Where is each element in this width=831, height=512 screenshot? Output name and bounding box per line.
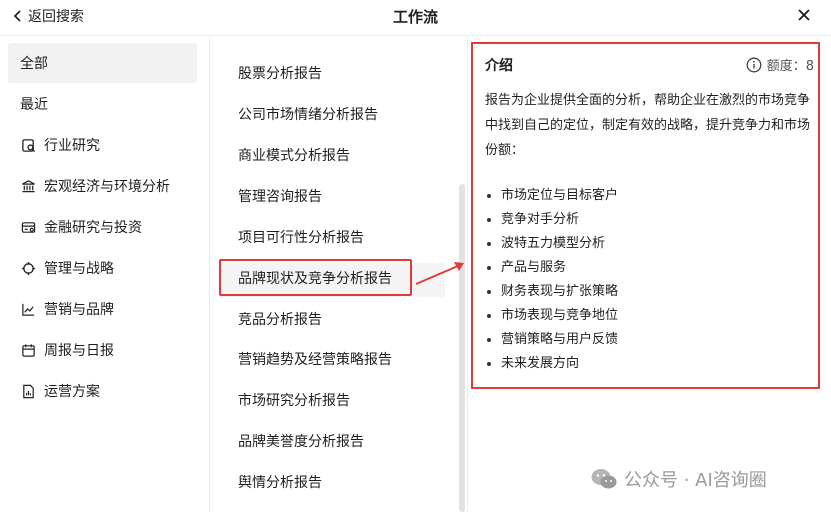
sidebar-item-industry-research[interactable]: 行业研究: [8, 125, 197, 165]
watermark-text: 公众号 · AI咨询圈: [624, 470, 767, 491]
info-icon[interactable]: [746, 57, 762, 73]
list-item[interactable]: 公司市场情绪分析报告: [238, 104, 378, 124]
sidebar-item-operations[interactable]: 运营方案: [8, 371, 197, 411]
sidebar-item-finance[interactable]: 金融研究与投资: [8, 207, 197, 247]
page-title: 工作流: [392, 8, 438, 26]
search-doc-icon: [20, 137, 36, 153]
list-item[interactable]: 竞品分析报告: [238, 309, 322, 329]
watermark: 公众号 · AI咨询圈: [590, 466, 767, 492]
list-item[interactable]: 品牌美誉度分析报告: [238, 431, 364, 451]
sidebar-item-label: 营销与品牌: [44, 302, 114, 318]
intro-panel: 介绍 额度：8 报告为企业提供全面的分析，帮助企业在激烈的市场竞争中找到自己的定…: [471, 42, 820, 389]
list-item[interactable]: 项目可行性分析报告: [238, 227, 364, 247]
sidebar-item-marketing[interactable]: 营销与品牌: [8, 289, 197, 329]
list-item: 产品与服务: [487, 256, 618, 280]
annotation-arrow-icon: [415, 262, 464, 285]
list-item[interactable]: 管理咨询报告: [238, 186, 322, 206]
list-item[interactable]: 营销趋势及经营策略报告: [238, 349, 392, 369]
list-scrollbar[interactable]: [459, 184, 465, 512]
panel-title: 介绍: [485, 58, 513, 74]
feature-list: 市场定位与目标客户 竞争对手分析 波特五力模型分析 产品与服务 财务表现与扩张策…: [487, 184, 618, 376]
list-item[interactable]: 舆情分析报告: [238, 472, 322, 492]
bank-icon: [20, 178, 36, 194]
list-item[interactable]: 商业模式分析报告: [238, 145, 350, 165]
target-icon: [20, 260, 36, 276]
sidebar-item-macro-economy[interactable]: 宏观经济与环境分析: [8, 166, 197, 206]
close-icon[interactable]: [797, 8, 811, 22]
intro-description: 报告为企业提供全面的分析，帮助企业在激烈的市场竞争中找到自己的定位，制定有效的战…: [485, 93, 811, 158]
sidebar-item-label: 周报与日报: [44, 343, 114, 359]
list-item: 未来发展方向: [487, 352, 618, 376]
list-item: 市场定位与目标客户: [487, 184, 618, 208]
calendar-icon: [20, 342, 36, 358]
quota-label: 额度：8: [766, 59, 814, 74]
annotation-highlight-box: [219, 259, 412, 296]
trend-chart-icon: [20, 301, 36, 317]
sidebar-item-label: 金融研究与投资: [44, 220, 142, 236]
sidebar-item-all[interactable]: 全部: [8, 43, 197, 83]
list-item: 营销策略与用户反馈: [487, 328, 618, 352]
report-doc-icon: [20, 383, 36, 399]
sidebar-item-reports[interactable]: 周报与日报: [8, 330, 197, 370]
list-item: 竞争对手分析: [487, 208, 618, 232]
sidebar-item-label: 运营方案: [44, 384, 100, 400]
sidebar-item-label: 全部: [20, 56, 48, 72]
category-sidebar: 全部 最近 行业研究 宏观经济与环境分析 金融研究与投资 管理与战略 营销与品牌…: [0, 37, 210, 512]
sidebar-item-label: 宏观经济与环境分析: [44, 179, 170, 195]
top-bar: 返回搜索 工作流: [0, 0, 831, 36]
divider: [467, 37, 468, 512]
list-item[interactable]: 股票分析报告: [238, 63, 322, 83]
sidebar-item-label: 最近: [20, 97, 48, 113]
sidebar-item-management[interactable]: 管理与战略: [8, 248, 197, 288]
sidebar-item-recent[interactable]: 最近: [8, 84, 197, 124]
list-item: 市场表现与竞争地位: [487, 304, 618, 328]
list-item: 财务表现与扩张策略: [487, 280, 618, 304]
sidebar-item-label: 管理与战略: [44, 261, 114, 277]
sidebar-item-label: 行业研究: [44, 138, 100, 154]
finance-card-icon: [20, 219, 36, 235]
wechat-icon: [591, 469, 617, 489]
list-item: 波特五力模型分析: [487, 232, 618, 256]
quota-info: 额度：8: [746, 55, 814, 74]
list-item[interactable]: 市场研究分析报告: [238, 390, 350, 410]
